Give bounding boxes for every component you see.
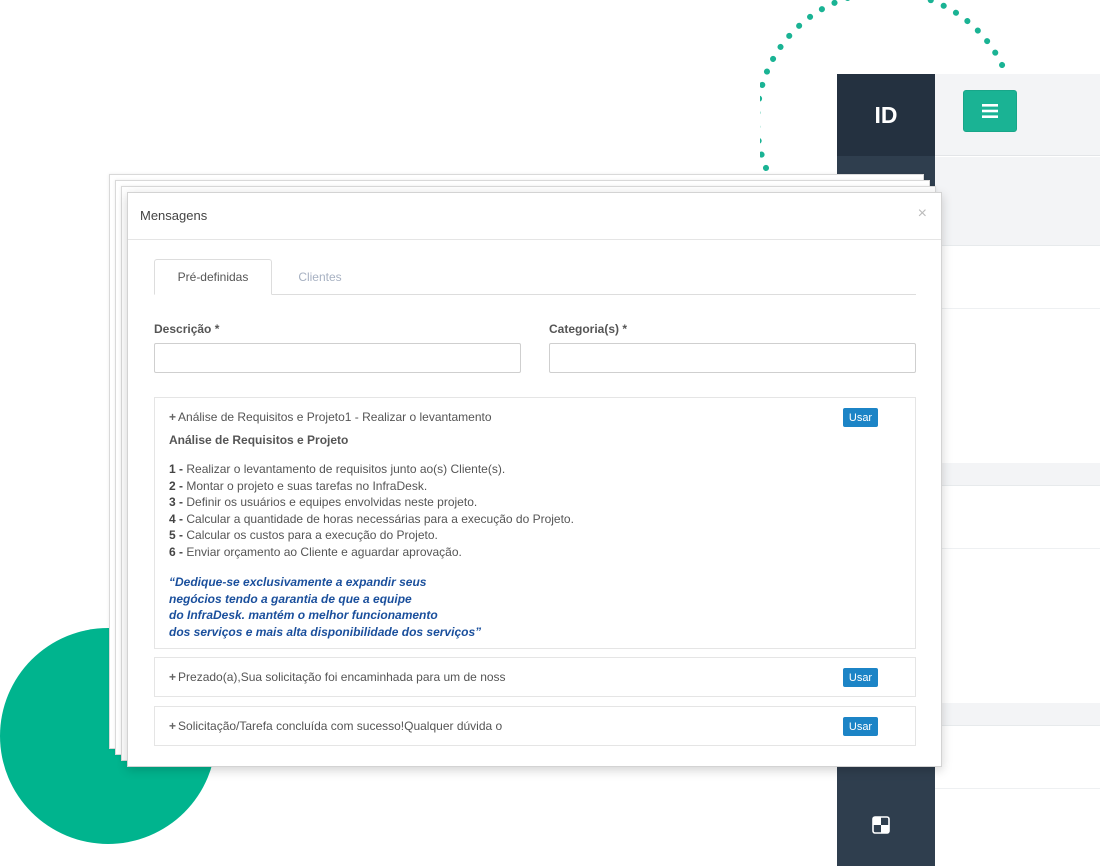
tab-clientes[interactable]: Clientes (272, 259, 368, 295)
close-icon[interactable]: × (918, 205, 927, 223)
modal-header: Mensagens × (128, 193, 941, 240)
expand-plus-icon: + (169, 670, 177, 684)
modal-title: Mensagens (140, 208, 208, 223)
app-panel (935, 485, 1100, 703)
message-title[interactable]: + Prezado(a),Sua solicitação foi encaminh… (169, 670, 506, 684)
descricao-label: Descrição * (154, 322, 220, 336)
menu-toggle-button[interactable] (963, 90, 1017, 132)
tab-pre-definidas[interactable]: Pré-definidas (154, 259, 272, 295)
message-body-title: Análise de Requisitos e Projeto (169, 433, 349, 447)
categoria-input[interactable] (549, 343, 916, 373)
hamburger-icon (982, 104, 998, 118)
app-content-area (935, 157, 1100, 866)
message-item: + Prezado(a),Sua solicitação foi encaminh… (154, 657, 916, 697)
message-item: + Solicitação/Tarefa concluída com sucess… (154, 706, 916, 746)
message-item: + Análise de Requisitos e Projeto 1 - Real… (154, 397, 916, 649)
message-body: Análise de Requisitos e Projeto 1 - Real… (169, 433, 869, 640)
use-button[interactable]: Usar (843, 717, 878, 736)
step-item: 4 - Calcular a quantidade de horas neces… (169, 511, 574, 526)
tab-bar: Pré-definidas Clientes (154, 259, 916, 295)
app-brand-logo: ID (837, 74, 935, 156)
descricao-input[interactable] (154, 343, 521, 373)
message-title[interactable]: + Análise de Requisitos e Projeto1 - Real… (169, 410, 492, 424)
app-panel (935, 245, 1100, 463)
messages-modal: Mensagens × Pré-definidas Clientes Descr… (127, 192, 942, 767)
step-item: 2 - Montar o projeto e suas tarefas no I… (169, 478, 428, 493)
step-item: 5 - Calcular os custos para a execução d… (169, 528, 438, 542)
use-button[interactable]: Usar (843, 668, 878, 687)
step-item: 6 - Enviar orçamento ao Cliente e aguard… (169, 544, 462, 559)
step-item: 3 - Definir os usuários e equipes envolv… (169, 495, 478, 509)
app-topbar (935, 74, 1100, 156)
dashboard-icon[interactable] (872, 816, 890, 834)
message-quote: “Dedique-se exclusivamente a expandir se… (169, 575, 482, 639)
expand-plus-icon: + (169, 719, 177, 733)
use-button[interactable]: Usar (843, 408, 878, 427)
categoria-label: Categoria(s) * (549, 322, 628, 336)
step-item: 1 - Realizar o levantamento de requisito… (169, 462, 506, 476)
message-title[interactable]: + Solicitação/Tarefa concluída com sucess… (169, 719, 502, 733)
expand-plus-icon: + (169, 410, 177, 424)
app-panel (935, 725, 1100, 866)
